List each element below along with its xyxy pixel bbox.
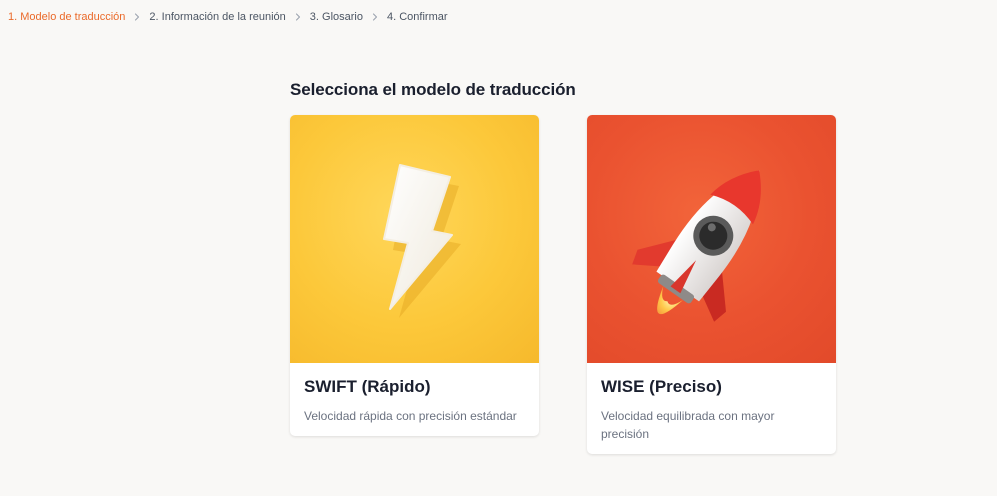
card-title-swift: SWIFT (Rápido) xyxy=(304,377,431,396)
chevron-right-icon xyxy=(286,11,310,23)
rocket-icon xyxy=(632,170,761,322)
model-card-wise[interactable]: WISE (Preciso) Velocidad equilibrada con… xyxy=(587,115,836,454)
step-glossary[interactable]: 3. Glosario xyxy=(310,11,363,23)
breadcrumb: 1. Modelo de traducción 2. Información d… xyxy=(8,11,448,23)
step-confirm[interactable]: 4. Confirmar xyxy=(387,11,448,23)
chevron-right-icon xyxy=(363,11,387,23)
card-image-swift xyxy=(290,115,539,363)
lightning-bolt-icon xyxy=(383,164,461,318)
step-model-translation[interactable]: 1. Modelo de traducción xyxy=(8,11,125,23)
model-card-swift[interactable]: SWIFT (Rápido) Velocidad rápida con prec… xyxy=(290,115,539,436)
card-image-wise xyxy=(587,115,836,363)
card-description-wise: Velocidad equilibrada con mayor precisió… xyxy=(601,409,775,441)
card-description-swift: Velocidad rápida con precisión estándar xyxy=(304,409,517,423)
chevron-right-icon xyxy=(125,11,149,23)
page-title: Selecciona el modelo de traducción xyxy=(290,80,576,99)
card-title-wise: WISE (Preciso) xyxy=(601,377,722,396)
step-meeting-info[interactable]: 2. Información de la reunión xyxy=(149,11,285,23)
